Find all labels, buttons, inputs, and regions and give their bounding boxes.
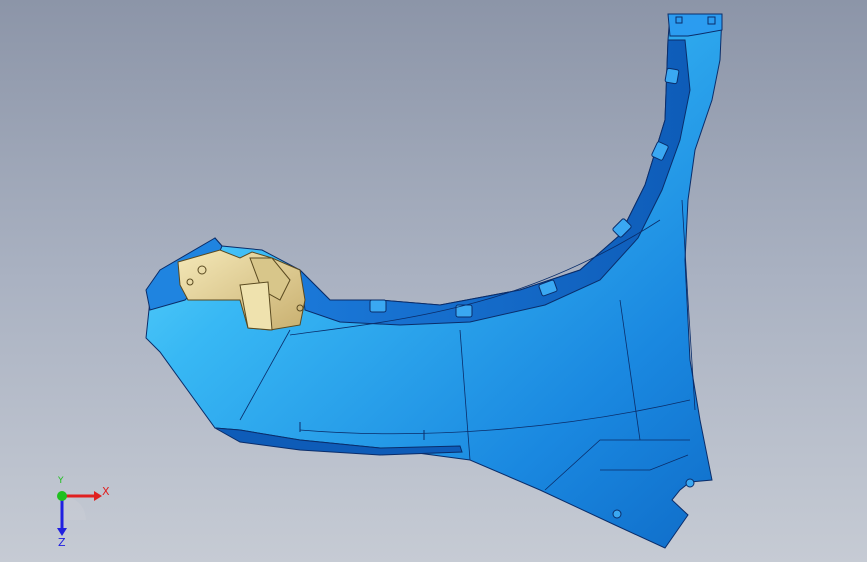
bolt-boss bbox=[685, 478, 695, 488]
y-axis-label: Y bbox=[58, 476, 64, 486]
3d-viewport[interactable]: X Y Z bbox=[0, 0, 867, 562]
orientation-triad: X Y Z bbox=[40, 476, 120, 550]
clip-pocket bbox=[664, 67, 680, 85]
bolt-boss bbox=[612, 509, 622, 519]
clip-pocket bbox=[369, 299, 387, 313]
fender-model[interactable] bbox=[0, 0, 867, 562]
y-axis-dot bbox=[57, 491, 67, 501]
z-axis-label: Z bbox=[58, 536, 66, 549]
x-axis-label: X bbox=[102, 485, 110, 498]
